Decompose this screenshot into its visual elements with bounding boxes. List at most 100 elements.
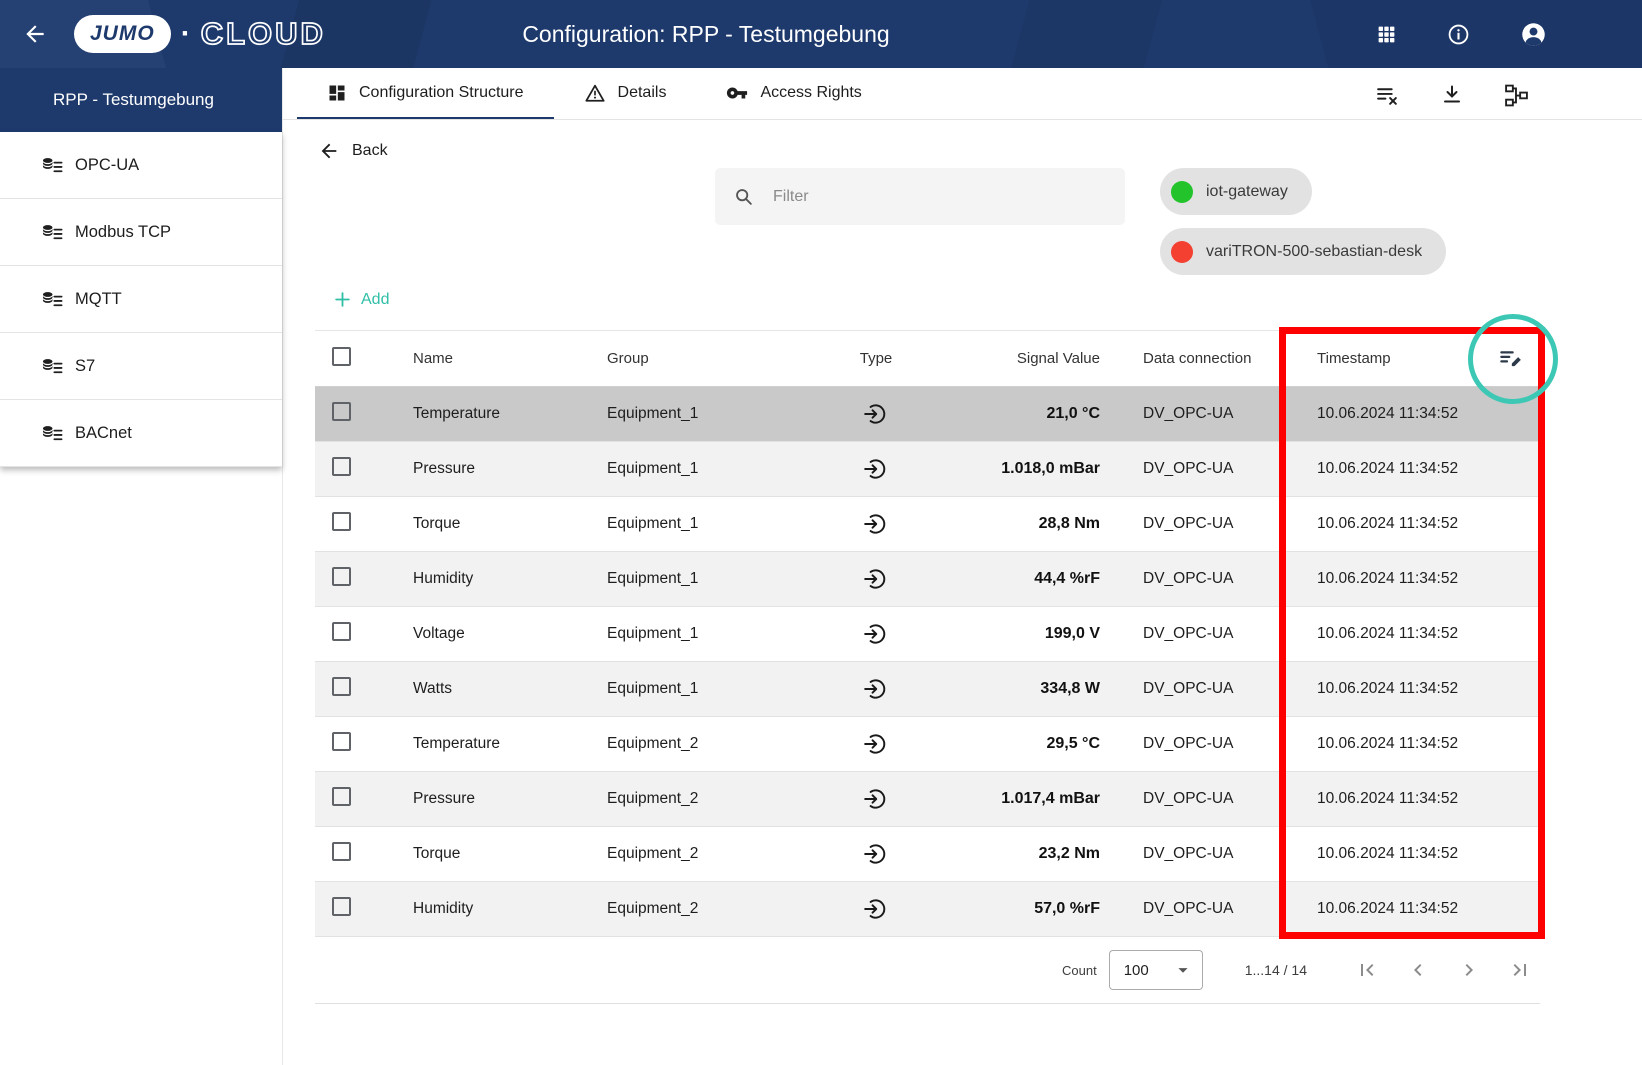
cell-timestamp: 10.06.2024 11:34:52 <box>1305 680 1483 698</box>
last-page-button[interactable] <box>1508 958 1532 982</box>
row-checkbox[interactable] <box>332 732 351 751</box>
remove-filters-icon[interactable] <box>1375 83 1400 108</box>
device-chip[interactable]: iot-gateway <box>1160 168 1312 215</box>
input-signal-type-icon <box>863 786 889 812</box>
header-signal-value: Signal Value <box>935 350 1110 367</box>
cell-group: Equipment_1 <box>607 515 817 533</box>
cell-data-connection: DV_OPC-UA <box>1110 900 1305 918</box>
row-checkbox[interactable] <box>332 897 351 916</box>
cell-timestamp: 10.06.2024 11:34:52 <box>1305 790 1483 808</box>
dashboard-icon <box>327 83 347 103</box>
filter-input[interactable] <box>771 187 1107 207</box>
first-page-button[interactable] <box>1355 958 1379 982</box>
cell-signal-value: 28,8 Nm <box>935 515 1110 533</box>
cell-name: Temperature <box>413 405 607 423</box>
warning-triangle-icon <box>584 82 606 104</box>
device-chip-label: variTRON-500-sebastian-desk <box>1206 243 1422 261</box>
tab-details[interactable]: Details <box>554 68 697 119</box>
device-chip[interactable]: variTRON-500-sebastian-desk <box>1160 228 1446 275</box>
edit-columns-icon[interactable] <box>1498 345 1525 372</box>
tab-access-rights[interactable]: Access Rights <box>696 68 891 119</box>
header-data-connection: Data connection <box>1110 350 1305 367</box>
hierarchy-icon[interactable] <box>1504 83 1529 108</box>
sidebar-item[interactable]: Modbus TCP <box>0 199 282 266</box>
table-row[interactable]: Torque Equipment_2 23,2 Nm DV_OPC-UA 10.… <box>315 827 1540 882</box>
account-icon[interactable] <box>1520 21 1547 48</box>
cell-data-connection: DV_OPC-UA <box>1110 405 1305 423</box>
sidebar-item[interactable]: BACnet <box>0 400 282 467</box>
table-row[interactable]: Watts Equipment_1 334,8 W DV_OPC-UA 10.0… <box>315 662 1540 717</box>
header-group: Group <box>607 350 817 367</box>
sidebar-item[interactable]: MQTT <box>0 266 282 333</box>
table-row[interactable]: Temperature Equipment_2 29,5 °C DV_OPC-U… <box>315 717 1540 772</box>
table-body: Temperature Equipment_1 21,0 °C DV_OPC-U… <box>315 387 1540 937</box>
back-button[interactable]: Back <box>318 140 388 162</box>
tab-label: Access Rights <box>760 84 861 102</box>
cell-data-connection: DV_OPC-UA <box>1110 460 1305 478</box>
cell-data-connection: DV_OPC-UA <box>1110 790 1305 808</box>
tab-label: Details <box>618 84 667 102</box>
cell-signal-value: 44,4 %rF <box>935 570 1110 588</box>
info-icon[interactable] <box>1447 23 1470 46</box>
table-row[interactable]: Temperature Equipment_1 21,0 °C DV_OPC-U… <box>315 387 1540 442</box>
header-type: Type <box>817 350 935 367</box>
cell-name: Torque <box>413 845 607 863</box>
table-row[interactable]: Pressure Equipment_2 1.017,4 mBar DV_OPC… <box>315 772 1540 827</box>
page-title: Configuration: RPP - Testumgebung <box>522 21 889 48</box>
cell-group: Equipment_2 <box>607 735 817 753</box>
download-icon[interactable] <box>1440 83 1464 108</box>
table-row[interactable]: Torque Equipment_1 28,8 Nm DV_OPC-UA 10.… <box>315 497 1540 552</box>
sidebar-item[interactable]: S7 <box>0 333 282 400</box>
device-chip-label: iot-gateway <box>1206 183 1288 201</box>
row-checkbox[interactable] <box>332 457 351 476</box>
back-label: Back <box>352 142 388 160</box>
table-row[interactable]: Humidity Equipment_1 44,4 %rF DV_OPC-UA … <box>315 552 1540 607</box>
cell-timestamp: 10.06.2024 11:34:52 <box>1305 570 1483 588</box>
previous-page-button[interactable] <box>1406 958 1430 982</box>
input-signal-type-icon <box>863 841 889 867</box>
key-icon <box>726 82 748 104</box>
apps-grid-icon[interactable] <box>1376 24 1397 45</box>
cell-group: Equipment_1 <box>607 570 817 588</box>
next-page-button[interactable] <box>1457 958 1481 982</box>
main-content: Configuration Structure Details Access R… <box>283 68 1642 1065</box>
table-row[interactable]: Voltage Equipment_1 199,0 V DV_OPC-UA 10… <box>315 607 1540 662</box>
status-dot-icon <box>1171 181 1193 203</box>
cell-group: Equipment_1 <box>607 405 817 423</box>
count-select[interactable]: 100 <box>1109 950 1203 990</box>
tab-label: Configuration Structure <box>359 84 524 102</box>
jumo-logo: JUMO <box>74 15 171 53</box>
back-arrow-icon[interactable] <box>22 21 48 47</box>
cell-group: Equipment_2 <box>607 900 817 918</box>
sidebar-item-label: BACnet <box>75 424 132 443</box>
cell-name: Voltage <box>413 625 607 643</box>
cell-group: Equipment_1 <box>607 680 817 698</box>
input-signal-type-icon <box>863 566 889 592</box>
cell-group: Equipment_2 <box>607 790 817 808</box>
sidebar-list: OPC-UA Modbus TCP <box>0 132 282 467</box>
device-chip-list: iot-gateway variTRON-500-sebastian-desk <box>1160 168 1446 275</box>
row-checkbox[interactable] <box>332 842 351 861</box>
database-list-icon <box>40 154 63 177</box>
table-row[interactable]: Pressure Equipment_1 1.018,0 mBar DV_OPC… <box>315 442 1540 497</box>
select-all-checkbox[interactable] <box>332 347 351 366</box>
table-row[interactable]: Humidity Equipment_2 57,0 %rF DV_OPC-UA … <box>315 882 1540 937</box>
row-checkbox[interactable] <box>332 622 351 641</box>
row-checkbox[interactable] <box>332 787 351 806</box>
row-checkbox[interactable] <box>332 567 351 586</box>
cell-name: Temperature <box>413 735 607 753</box>
cell-data-connection: DV_OPC-UA <box>1110 515 1305 533</box>
sidebar-item[interactable]: OPC-UA <box>0 132 282 199</box>
tab-configuration-structure[interactable]: Configuration Structure <box>297 68 554 119</box>
pagination-range: 1...14 / 14 <box>1245 962 1307 978</box>
row-checkbox[interactable] <box>332 677 351 696</box>
add-button[interactable]: Add <box>333 290 389 309</box>
input-signal-type-icon <box>863 731 889 757</box>
sidebar-header: RPP - Testumgebung <box>0 68 282 132</box>
cell-timestamp: 10.06.2024 11:34:52 <box>1305 900 1483 918</box>
sidebar-item-label: MQTT <box>75 290 122 309</box>
sidebar-item-label: S7 <box>75 357 95 376</box>
row-checkbox[interactable] <box>332 512 351 531</box>
cell-signal-value: 29,5 °C <box>935 735 1110 753</box>
row-checkbox[interactable] <box>332 402 351 421</box>
